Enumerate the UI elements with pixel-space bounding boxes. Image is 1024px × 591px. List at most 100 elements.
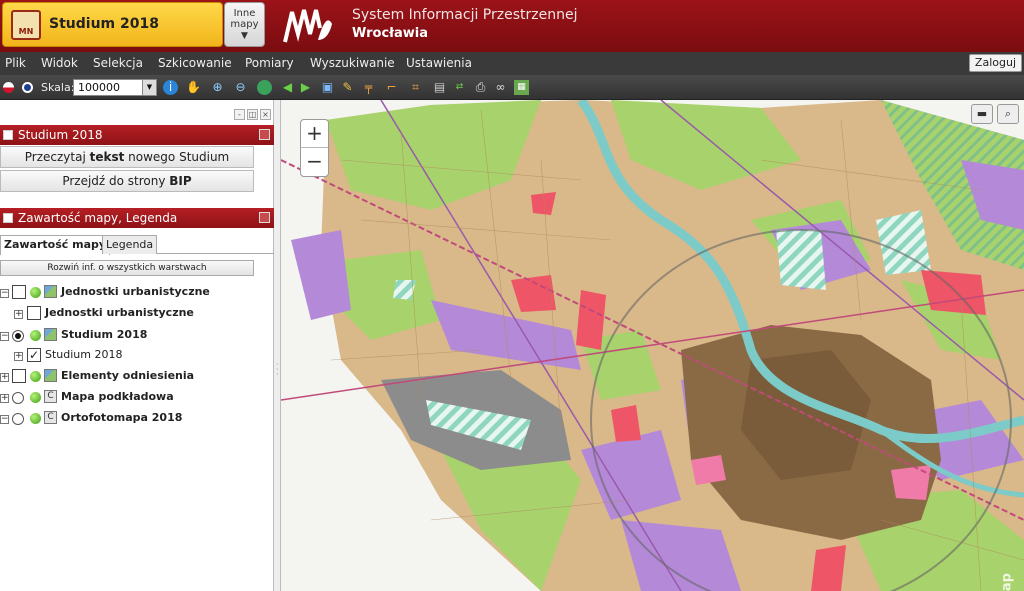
imap-watermark: iMap: [999, 573, 1014, 591]
current-map-tab[interactable]: MN Studium 2018: [2, 2, 223, 47]
layer-row: + C Mapa podkładowa: [0, 389, 274, 409]
comment-icon[interactable]: ▬: [971, 104, 993, 124]
layer-label[interactable]: Elementy odniesienia: [61, 369, 194, 382]
expand-all-layers-button[interactable]: Rozwiń inf. o wszystkich warstwach: [0, 260, 254, 276]
measure-length-icon[interactable]: ╤: [361, 80, 376, 95]
layer-radio[interactable]: [12, 330, 24, 342]
back-arrow-icon[interactable]: ◀: [280, 80, 295, 95]
chevron-down-icon: ▼: [241, 31, 248, 41]
polish-flag-icon[interactable]: [3, 82, 14, 93]
collapse-icon[interactable]: [259, 212, 270, 223]
link-icon[interactable]: ∞: [493, 80, 508, 95]
collapse-icon[interactable]: −: [0, 415, 9, 424]
layer-label[interactable]: Mapa podkładowa: [61, 390, 174, 403]
collapse-icon[interactable]: −: [0, 332, 9, 341]
panel-close-icon[interactable]: ×: [260, 109, 271, 120]
map-canvas[interactable]: + − ▬ ⌕ iMap: [281, 100, 1024, 591]
btn1-text-post: nowego Studium: [124, 150, 230, 164]
forward-arrow-icon[interactable]: ▶: [298, 80, 313, 95]
legend-tabs: Zawartość mapy Legenda: [0, 233, 274, 255]
app-header: MN Studium 2018 Inne mapy ▼ System Infor…: [0, 0, 1024, 52]
extent-icon[interactable]: ▣: [320, 80, 335, 95]
document-icon: [3, 130, 13, 140]
land-use-map[interactable]: [281, 100, 1024, 591]
map-zoom-out-button[interactable]: −: [301, 148, 328, 176]
studium-section-title: Studium 2018: [18, 128, 103, 142]
layer-visible-icon: [30, 371, 41, 382]
panel-restore-icon[interactable]: ◫: [247, 109, 258, 120]
wfs-icon[interactable]: ⇄: [452, 80, 467, 95]
layer-image-icon: [44, 328, 57, 341]
menu-wyszukiwanie[interactable]: Wyszukiwanie: [310, 56, 395, 70]
layer-radio[interactable]: [12, 392, 24, 404]
panel-splitter[interactable]: · · ·: [274, 100, 281, 591]
menu-widok[interactable]: Widok: [41, 56, 78, 70]
chevron-down-icon: ▼: [142, 80, 156, 95]
layer-visible-icon: [30, 330, 41, 341]
menu-selekcja[interactable]: Selekcja: [93, 56, 143, 70]
expand-icon[interactable]: +: [0, 373, 9, 382]
expand-icon[interactable]: +: [14, 352, 23, 361]
zoom-out-icon[interactable]: ⊖: [233, 80, 248, 95]
info-icon[interactable]: i: [163, 80, 178, 95]
collapse-icon[interactable]: [259, 129, 270, 140]
map-zoom-in-button[interactable]: +: [301, 120, 328, 148]
layer-row: − Studium 2018: [0, 327, 274, 347]
layer-label[interactable]: Jednostki urbanistyczne: [61, 285, 210, 298]
layer-checkbox[interactable]: ✓: [27, 348, 41, 362]
go-to-bip-button[interactable]: Przejdź do strony BIP: [0, 170, 254, 192]
export-icon[interactable]: ▦: [514, 80, 529, 95]
scale-select[interactable]: 100000 ▼: [73, 79, 157, 96]
studium-logo: MN: [11, 10, 41, 40]
tab-legend[interactable]: Legenda: [102, 235, 158, 254]
tab-map-contents[interactable]: Zawartość mapy: [0, 235, 111, 255]
zoom-in-icon[interactable]: ⊕: [210, 80, 225, 95]
other-maps-label-2: mapy: [230, 19, 259, 30]
toolbar: Skala: 100000 ▼ i ✋ ⊕ ⊖ ◀ ▶ ▣ ✎ ╤ ⌐ ⌗ ▤ …: [0, 75, 1024, 100]
layer-label[interactable]: Ortofotomapa 2018: [61, 411, 182, 424]
layer-checkbox[interactable]: [27, 306, 41, 320]
pencil-icon[interactable]: ✎: [340, 80, 355, 95]
menu-pomiary[interactable]: Pomiary: [245, 56, 294, 70]
panel-minimize-icon[interactable]: -: [234, 109, 245, 120]
map-zoom-control: + −: [300, 119, 329, 177]
menu-ustawienia[interactable]: Ustawienia: [406, 56, 472, 70]
layer-label[interactable]: Studium 2018: [61, 328, 147, 341]
layer-row: + ✓ Studium 2018: [0, 347, 274, 367]
expand-icon[interactable]: +: [14, 310, 23, 319]
collapse-icon[interactable]: −: [0, 289, 9, 298]
read-studium-text-button[interactable]: Przeczytaj tekst nowego Studium: [0, 146, 254, 168]
layer-visible-icon: [30, 413, 41, 424]
menu-szkicowanie[interactable]: Szkicowanie: [158, 56, 232, 70]
expand-icon[interactable]: +: [0, 394, 9, 403]
left-panel: - ◫ × Studium 2018 Przeczytaj tekst nowego…: [0, 100, 274, 591]
english-flag-icon[interactable]: [22, 82, 33, 93]
btn1-text-pre: Przeczytaj: [24, 150, 90, 164]
studium-section-header[interactable]: Studium 2018: [0, 125, 274, 145]
layer-label[interactable]: Jednostki urbanistyczne: [45, 306, 194, 319]
btn2-text-bold: BIP: [169, 174, 192, 188]
panel-controls: - ◫ ×: [232, 106, 271, 120]
menu-plik[interactable]: Plik: [5, 56, 26, 70]
login-button[interactable]: Zaloguj: [968, 54, 1022, 72]
layer-radio[interactable]: [12, 413, 24, 425]
crop-icon[interactable]: ⌗: [408, 80, 423, 95]
layer-cache-icon: C: [44, 390, 57, 403]
other-maps-button[interactable]: Inne mapy ▼: [224, 2, 265, 47]
print-icon[interactable]: ⎙: [473, 80, 488, 95]
pan-hand-icon[interactable]: ✋: [186, 80, 201, 95]
layer-checkbox[interactable]: [12, 285, 26, 299]
scale-value: 100000: [78, 81, 120, 94]
clipboard-icon[interactable]: ▤: [432, 80, 447, 95]
globe-icon[interactable]: [257, 80, 272, 95]
legend-section-header[interactable]: Zawartość mapy, Legenda: [0, 208, 274, 228]
map-search-icon[interactable]: ⌕: [997, 104, 1019, 124]
legend-section-title: Zawartość mapy, Legenda: [18, 211, 178, 225]
layer-label[interactable]: Studium 2018: [45, 348, 122, 361]
layer-checkbox[interactable]: [12, 369, 26, 383]
menu-bar: Plik Widok Selekcja Szkicowanie Pomiary …: [0, 52, 1024, 75]
measure-angle-icon[interactable]: ⌐: [384, 80, 399, 95]
layer-image-icon: [44, 285, 57, 298]
btn2-text-pre: Przejdź do strony: [62, 174, 170, 188]
layer-image-icon: [44, 369, 57, 382]
